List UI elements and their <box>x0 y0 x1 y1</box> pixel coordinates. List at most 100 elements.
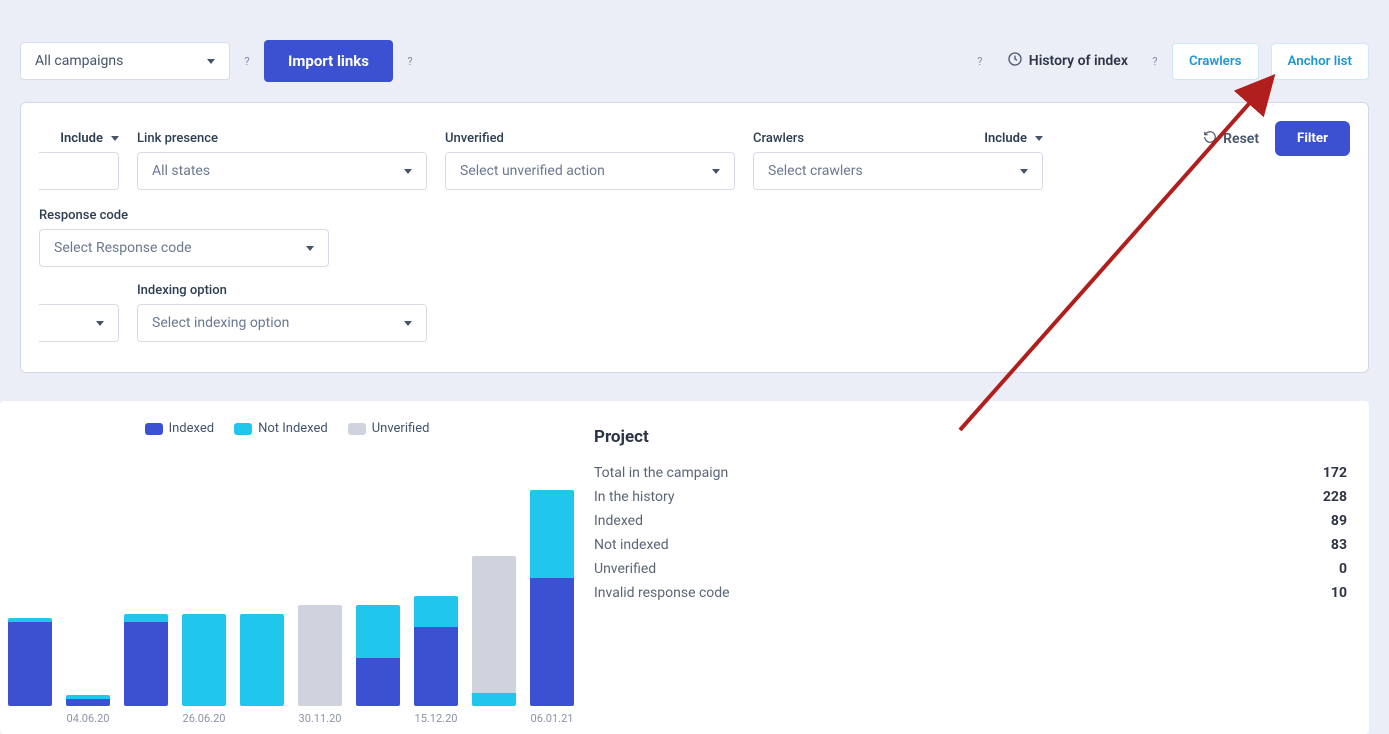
stats-title: Project <box>594 427 1347 447</box>
stat-row: Unverified 0 <box>594 557 1347 581</box>
chart-bar <box>240 614 284 706</box>
filter-col-link-presence: Link presence All states <box>137 131 427 190</box>
filter-row-1: Include Link presence All states Unverif… <box>39 131 1350 267</box>
crawlers-button[interactable]: Crawlers <box>1172 43 1259 80</box>
stat-label: Invalid response code <box>594 585 730 601</box>
filter-panel: Reset Filter Include Link presence All s… <box>20 102 1369 373</box>
topbar-left: All campaigns ? Import links ? <box>20 40 419 82</box>
reset-button[interactable]: Reset <box>1203 130 1259 148</box>
legend-swatch-indexed <box>145 423 163 435</box>
stat-value: 10 <box>1331 585 1347 601</box>
stat-value: 0 <box>1339 561 1347 577</box>
history-label: History of index <box>1029 53 1128 69</box>
chart-bar <box>124 614 168 706</box>
help-icon[interactable]: ? <box>238 52 256 70</box>
help-icon[interactable]: ? <box>971 52 989 70</box>
chart-bar <box>66 695 110 706</box>
topbar: All campaigns ? Import links ? ? History… <box>0 0 1389 102</box>
xaxis-label: 30.11.20 <box>298 712 342 734</box>
indexing-label: Indexing option <box>137 283 227 298</box>
xaxis-label <box>8 712 52 734</box>
help-icon[interactable]: ? <box>1146 52 1164 70</box>
legend-swatch-unverified <box>348 423 366 435</box>
stats-list: Total in the campaign 172 In the history 22… <box>594 461 1347 605</box>
anchor-list-button[interactable]: Anchor list <box>1271 43 1369 80</box>
legend-unverified-label: Unverified <box>372 421 430 436</box>
xaxis-label <box>124 712 168 734</box>
legend-unverified: Unverified <box>348 421 430 436</box>
filter-col-indexing: Indexing option Select indexing option <box>137 283 427 342</box>
stat-label: In the history <box>594 489 674 505</box>
chart-bar <box>530 490 574 706</box>
legend-indexed-label: Indexed <box>169 421 215 436</box>
unverified-value: Select unverified action <box>460 163 605 179</box>
chart-legend: Indexed Not Indexed Unverified <box>0 421 574 436</box>
link-presence-value: All states <box>152 163 210 179</box>
filter-col-crawlers: Crawlers Include Select crawlers <box>753 131 1043 190</box>
include-toggle[interactable]: Include <box>984 131 1043 146</box>
response-code-value: Select Response code <box>54 240 192 256</box>
xaxis-label: 26.06.20 <box>182 712 226 734</box>
chart-xaxis: 04.06.2026.06.2030.11.2015.12.2006.01.21 <box>0 712 574 734</box>
stat-label: Indexed <box>594 513 643 529</box>
stat-label: Total in the campaign <box>594 465 728 481</box>
xaxis-label <box>240 712 284 734</box>
indexing-select[interactable]: Select indexing option <box>137 304 427 342</box>
legend-indexed: Indexed <box>145 421 215 436</box>
include-toggle[interactable]: Include <box>60 131 119 146</box>
reset-label: Reset <box>1223 131 1259 147</box>
help-icon[interactable]: ? <box>401 52 419 70</box>
stat-value: 89 <box>1331 513 1347 529</box>
filter-actions: Reset Filter <box>1203 121 1350 156</box>
refresh-icon <box>1203 130 1217 148</box>
unverified-select[interactable]: Select unverified action <box>445 152 735 190</box>
campaign-selector[interactable]: All campaigns <box>20 42 230 80</box>
response-code-label: Response code <box>39 208 128 223</box>
legend-swatch-not-indexed <box>234 423 252 435</box>
chart-wrap: Indexed Not Indexed Unverified 04.06.20 2… <box>0 421 574 734</box>
xaxis-label <box>472 712 516 734</box>
xaxis-label <box>356 712 400 734</box>
legend-not-indexed: Not Indexed <box>234 421 328 436</box>
chart-bar <box>298 605 342 706</box>
indexing-value: Select indexing option <box>152 315 289 331</box>
history-of-index-link[interactable]: History of index <box>997 43 1138 79</box>
filter-button[interactable]: Filter <box>1275 121 1350 156</box>
clock-icon <box>1007 51 1023 71</box>
filter-col-unverified: Unverified Select unverified action <box>445 131 735 190</box>
chart-bar <box>414 596 458 706</box>
chart-bar <box>356 605 400 706</box>
campaign-selector-label: All campaigns <box>35 53 123 69</box>
crawlers-label: Crawlers <box>753 131 804 146</box>
filter-col-truncated2 <box>39 283 119 342</box>
stat-value: 172 <box>1323 465 1347 481</box>
stat-label: Unverified <box>594 561 656 577</box>
filter-col-truncated: Include <box>39 131 119 190</box>
chart-bar <box>8 618 52 706</box>
filter-row-2: Indexing option Select indexing option <box>39 283 1350 342</box>
chart-bar <box>182 614 226 706</box>
stat-value: 228 <box>1323 489 1347 505</box>
topbar-right: ? History of index ? Crawlers Anchor lis… <box>971 43 1369 80</box>
crawlers-select[interactable]: Select crawlers <box>753 152 1043 190</box>
xaxis-label: 15.12.20 <box>414 712 458 734</box>
unverified-label: Unverified <box>445 131 504 146</box>
link-presence-select[interactable]: All states <box>137 152 427 190</box>
stat-row: Not indexed 83 <box>594 533 1347 557</box>
xaxis-label: 04.06.20 <box>66 712 110 734</box>
import-links-button[interactable]: Import links <box>264 40 393 82</box>
response-code-select[interactable]: Select Response code <box>39 229 329 267</box>
filter-select-truncated[interactable] <box>39 152 119 190</box>
index-chart <box>0 446 574 706</box>
filter-col-response-code: Response code Select Response code <box>39 208 329 267</box>
stat-label: Not indexed <box>594 537 669 553</box>
project-stats: Project Total in the campaign 172 In the h… <box>594 421 1347 605</box>
chart-bar <box>472 556 516 706</box>
link-presence-label: Link presence <box>137 131 218 146</box>
filter-select-truncated2[interactable] <box>39 304 119 342</box>
stat-row: In the history 228 <box>594 485 1347 509</box>
crawlers-value: Select crawlers <box>768 163 863 179</box>
legend-not-indexed-label: Not Indexed <box>258 421 328 436</box>
stat-value: 83 <box>1331 537 1347 553</box>
stat-row: Invalid response code 10 <box>594 581 1347 605</box>
